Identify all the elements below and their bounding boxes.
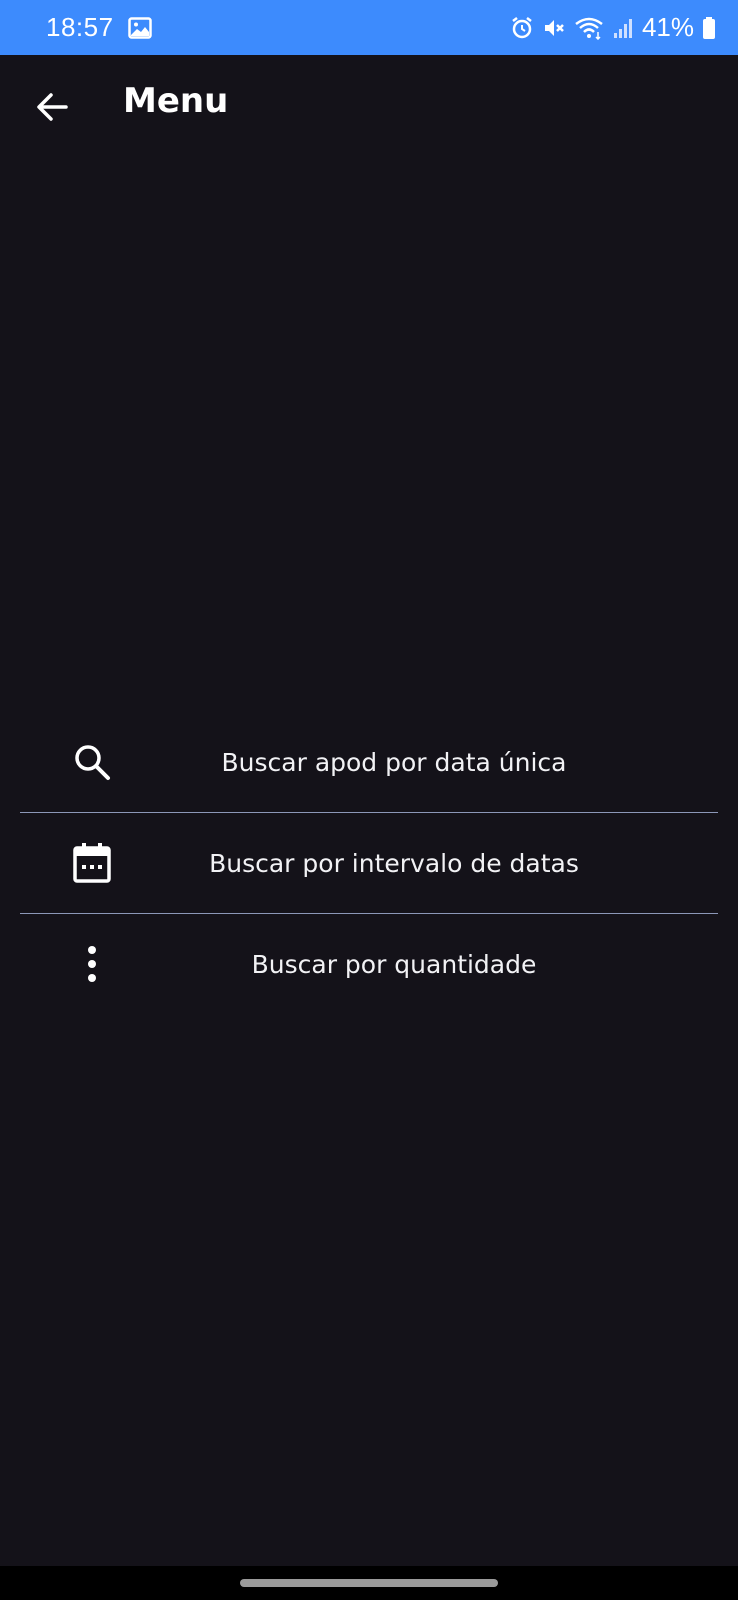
battery-percent: 41% bbox=[641, 12, 694, 42]
menu-list: Buscar apod por data única Buscar por in… bbox=[20, 712, 718, 1014]
wifi-icon bbox=[574, 16, 604, 40]
home-gesture-handle[interactable] bbox=[240, 1579, 498, 1587]
alarm-icon bbox=[510, 16, 534, 40]
menu-item-single-date[interactable]: Buscar apod por data única bbox=[20, 712, 718, 812]
menu-item-label: Buscar por intervalo de datas bbox=[209, 848, 579, 878]
status-left: 18:57 bbox=[46, 12, 152, 43]
menu-item-date-range[interactable]: Buscar por intervalo de datas bbox=[20, 813, 718, 913]
system-nav-bar bbox=[0, 1566, 738, 1600]
menu-item-label: Buscar por quantidade bbox=[251, 949, 537, 979]
app-bar: Menu bbox=[0, 55, 738, 159]
mute-icon bbox=[542, 16, 566, 40]
search-icon bbox=[72, 742, 112, 782]
arrow-left-icon bbox=[34, 89, 70, 125]
battery-icon bbox=[702, 16, 716, 40]
status-bar: 18:57 41% bbox=[0, 0, 738, 55]
status-time: 18:57 bbox=[46, 12, 114, 42]
status-right: 41% bbox=[510, 12, 716, 43]
calendar-icon bbox=[72, 843, 112, 883]
signal-icon bbox=[612, 17, 634, 39]
more-vert-icon bbox=[72, 944, 112, 984]
menu-item-label: Buscar apod por data única bbox=[221, 747, 567, 777]
page-title: Menu bbox=[123, 81, 229, 121]
menu-item-quantity[interactable]: Buscar por quantidade bbox=[20, 914, 718, 1014]
image-icon bbox=[127, 16, 152, 39]
back-button[interactable] bbox=[24, 79, 80, 135]
